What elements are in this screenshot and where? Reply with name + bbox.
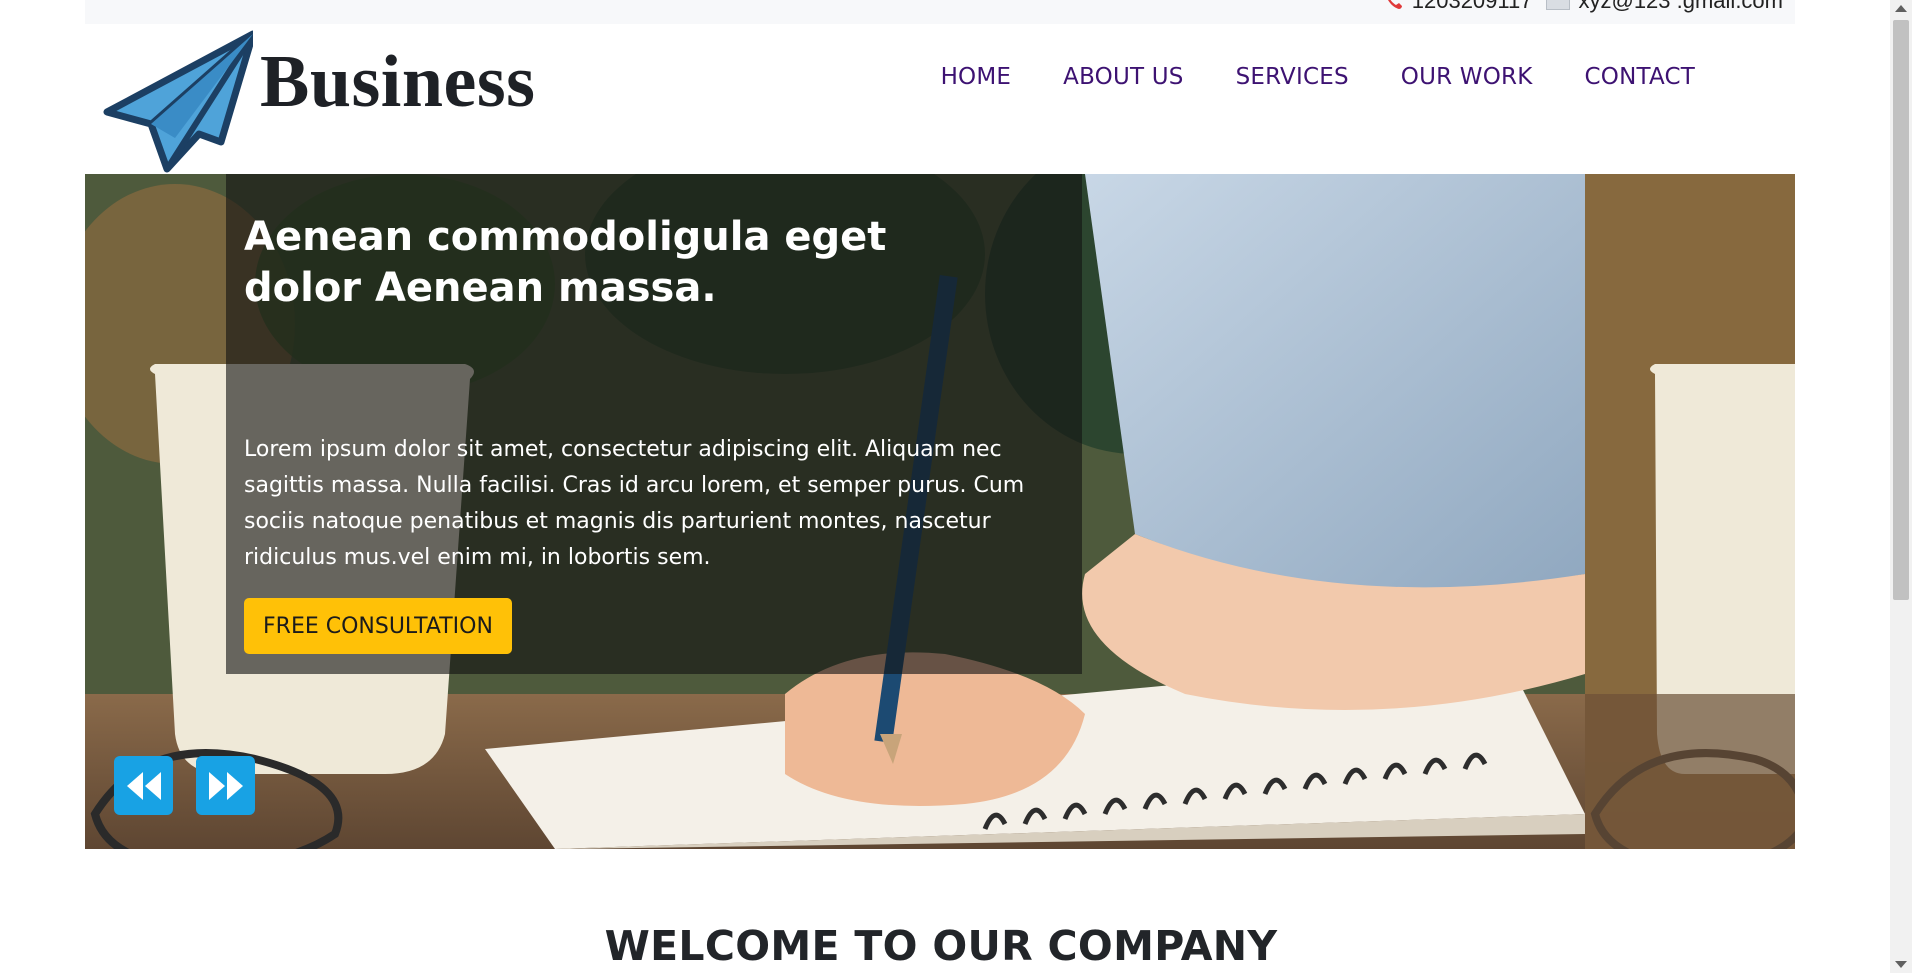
welcome-heading: WELCOME TO OUR COMPANY: [604, 922, 1278, 970]
hero-carousel: Aenean commodoligula eget dolor Aenean m…: [85, 174, 1795, 849]
contact-line: 1203209117 xyz@123 .gmail.com: [1384, 0, 1783, 14]
nav-services[interactable]: SERVICES: [1236, 64, 1349, 90]
carousel-next-button[interactable]: [196, 756, 255, 815]
nav-contact[interactable]: CONTACT: [1585, 64, 1695, 90]
paper-plane-icon: [103, 30, 253, 173]
scroll-thumb[interactable]: [1893, 20, 1909, 600]
mail-icon: [1546, 0, 1571, 10]
email-address[interactable]: xyz@123 .gmail.com: [1578, 0, 1783, 14]
nav-our-work[interactable]: OUR WORK: [1401, 64, 1533, 90]
scroll-up-arrow-icon[interactable]: [1895, 5, 1907, 12]
page-scrollbar[interactable]: [1890, 0, 1912, 973]
nav-home[interactable]: HOME: [941, 64, 1012, 90]
hero-title: Aenean commodoligula eget dolor Aenean m…: [244, 214, 887, 311]
hero-caption: Aenean commodoligula eget dolor Aenean m…: [226, 174, 1082, 674]
nav-about-us[interactable]: ABOUT US: [1063, 64, 1183, 90]
site-header: Business HOME ABOUT US SERVICES OUR WORK…: [85, 24, 1795, 174]
main-nav: HOME ABOUT US SERVICES OUR WORK CONTACT: [941, 64, 1695, 90]
carousel-prev-button[interactable]: [114, 756, 173, 815]
rewind-icon: [126, 771, 161, 800]
phone-number[interactable]: 1203209117: [1412, 0, 1533, 14]
fast-forward-icon: [208, 771, 243, 800]
logo[interactable]: Business: [85, 24, 685, 174]
scroll-down-arrow-icon[interactable]: [1895, 961, 1907, 968]
top-contact-bar: 1203209117 xyz@123 .gmail.com: [85, 0, 1795, 24]
brand-name: Business: [260, 41, 536, 123]
free-consultation-button[interactable]: FREE CONSULTATION: [244, 598, 512, 654]
hero-description: Lorem ipsum dolor sit amet, consectetur …: [244, 437, 1025, 570]
phone-icon: [1387, 0, 1402, 9]
